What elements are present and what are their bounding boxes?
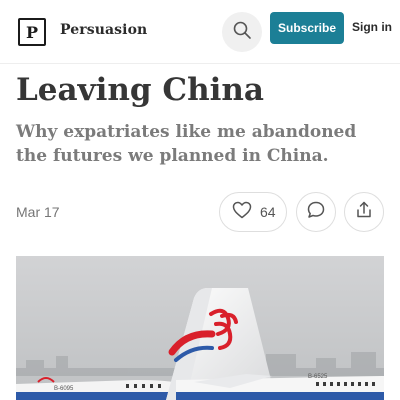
heart-icon	[232, 201, 252, 224]
post-date: Mar 17	[16, 204, 60, 220]
search-button[interactable]	[222, 12, 262, 52]
comment-icon	[306, 200, 326, 225]
publication-logo[interactable]: P	[18, 18, 46, 46]
site-header: P Persuasion Subscribe Sign in	[0, 0, 400, 64]
share-button[interactable]	[344, 192, 384, 232]
airplanes-illustration: B-6095 B-6525	[16, 256, 384, 400]
share-icon	[354, 200, 374, 225]
post-title: Leaving China	[16, 72, 265, 108]
article-page: P Persuasion Subscribe Sign in Leaving C…	[0, 0, 400, 400]
publication-name[interactable]: Persuasion	[60, 22, 147, 38]
right-registration: B-6525	[308, 374, 328, 380]
comment-button[interactable]	[296, 192, 336, 232]
like-button[interactable]: 64	[219, 192, 287, 232]
subscribe-button[interactable]: Subscribe	[270, 12, 344, 44]
left-registration: B-6095	[54, 386, 74, 392]
like-count: 64	[260, 204, 276, 220]
logo-letter: P	[25, 22, 39, 42]
post-subtitle: Why expatriates like me abandoned the fu…	[16, 122, 357, 166]
sign-in-link[interactable]: Sign in	[352, 20, 392, 34]
hero-image: B-6095 B-6525	[16, 256, 384, 400]
search-icon	[232, 20, 252, 45]
